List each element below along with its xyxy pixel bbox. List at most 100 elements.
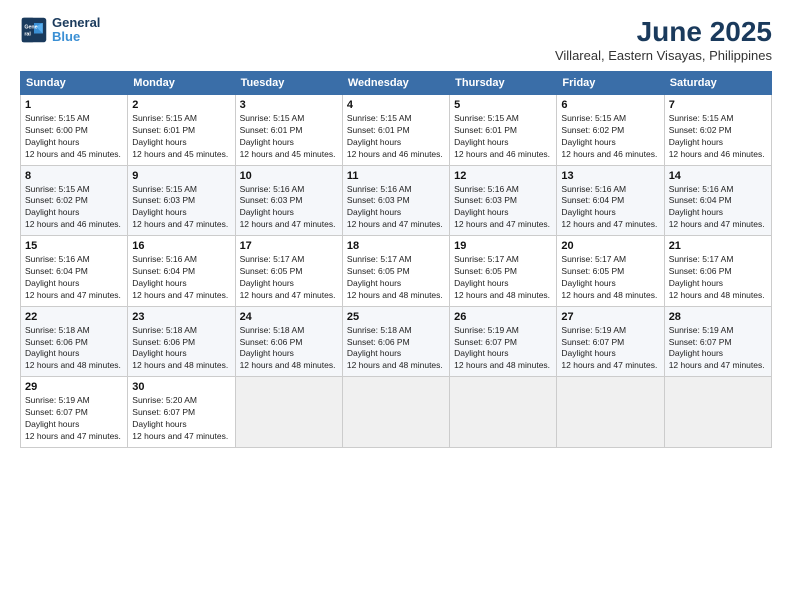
day-info: Sunrise: 5:15 AMSunset: 6:01 PMDaylight … — [240, 113, 338, 161]
day-info: Sunrise: 5:17 AMSunset: 6:06 PMDaylight … — [669, 254, 767, 302]
calendar-day-cell: 1Sunrise: 5:15 AMSunset: 6:00 PMDaylight… — [21, 95, 128, 166]
calendar-week-row: 1Sunrise: 5:15 AMSunset: 6:00 PMDaylight… — [21, 95, 772, 166]
calendar-day-cell — [342, 377, 449, 448]
day-number: 13 — [561, 170, 659, 182]
weekday-header: Tuesday — [235, 72, 342, 95]
day-info: Sunrise: 5:16 AMSunset: 6:04 PMDaylight … — [561, 184, 659, 232]
calendar-day-cell: 18 Sunrise: 5:17 AMSunset: 6:05 PMDayligh… — [342, 236, 449, 307]
calendar-day-cell: 10 Sunrise: 5:16 AMSunset: 6:03 PMDayligh… — [235, 165, 342, 236]
svg-text:Gene: Gene — [24, 25, 37, 31]
logo-icon: Gene ral — [20, 16, 48, 44]
day-info: Sunrise: 5:15 AMSunset: 6:03 PMDaylight … — [132, 184, 230, 232]
day-number: 28 — [669, 311, 767, 323]
calendar-day-cell: 11 Sunrise: 5:16 AMSunset: 6:03 PMDayligh… — [342, 165, 449, 236]
day-number: 3 — [240, 99, 338, 111]
day-number: 2 — [132, 99, 230, 111]
calendar-day-cell: 23 Sunrise: 5:18 AMSunset: 6:06 PMDayligh… — [128, 306, 235, 377]
day-info: Sunrise: 5:16 AMSunset: 6:04 PMDaylight … — [669, 184, 767, 232]
calendar-day-cell: 6 Sunrise: 5:15 AMSunset: 6:02 PMDaylight… — [557, 95, 664, 166]
calendar-day-cell: 17 Sunrise: 5:17 AMSunset: 6:05 PMDayligh… — [235, 236, 342, 307]
calendar-day-cell: 19Sunrise: 5:17 AMSunset: 6:05 PMDayligh… — [450, 236, 557, 307]
day-info: Sunrise: 5:16 AMSunset: 6:04 PMDaylight … — [132, 254, 230, 302]
calendar-day-cell: 14 Sunrise: 5:16 AMSunset: 6:04 PMDayligh… — [664, 165, 771, 236]
title-block: June 2025 Villareal, Eastern Visayas, Ph… — [555, 16, 772, 63]
day-number: 5 — [454, 99, 552, 111]
location-subtitle: Villareal, Eastern Visayas, Philippines — [555, 48, 772, 63]
day-number: 20 — [561, 240, 659, 252]
day-info: Sunrise: 5:17 AMSunset: 6:05 PMDaylight … — [240, 254, 338, 302]
day-number: 25 — [347, 311, 445, 323]
calendar-week-row: 29 Sunrise: 5:19 AMSunset: 6:07 PMDayligh… — [21, 377, 772, 448]
day-info: Sunrise: 5:17 AMSunset: 6:05 PMDaylight … — [454, 254, 552, 302]
day-info: Sunrise: 5:18 AMSunset: 6:06 PMDaylight … — [132, 325, 230, 373]
day-info: Sunrise: 5:17 AMSunset: 6:05 PMDaylight … — [347, 254, 445, 302]
calendar-day-cell: 20 Sunrise: 5:17 AMSunset: 6:05 PMDayligh… — [557, 236, 664, 307]
calendar-day-cell: 12Sunrise: 5:16 AMSunset: 6:03 PMDayligh… — [450, 165, 557, 236]
day-number: 15 — [25, 240, 123, 252]
page: Gene ral General Blue June 2025 Villarea… — [0, 0, 792, 612]
day-info: Sunrise: 5:15 AMSunset: 6:00 PMDaylight … — [25, 113, 123, 161]
logo: Gene ral General Blue — [20, 16, 100, 45]
day-number: 29 — [25, 381, 123, 393]
calendar-header-row: SundayMondayTuesdayWednesdayThursdayFrid… — [21, 72, 772, 95]
day-info: Sunrise: 5:18 AMSunset: 6:06 PMDaylight … — [347, 325, 445, 373]
day-number: 7 — [669, 99, 767, 111]
weekday-header: Friday — [557, 72, 664, 95]
day-info: Sunrise: 5:15 AMSunset: 6:02 PMDaylight … — [561, 113, 659, 161]
day-number: 30 — [132, 381, 230, 393]
day-info: Sunrise: 5:15 AMSunset: 6:02 PMDaylight … — [25, 184, 123, 232]
weekday-header: Wednesday — [342, 72, 449, 95]
calendar-day-cell: 25 Sunrise: 5:18 AMSunset: 6:06 PMDayligh… — [342, 306, 449, 377]
calendar-day-cell — [664, 377, 771, 448]
day-number: 27 — [561, 311, 659, 323]
day-number: 6 — [561, 99, 659, 111]
calendar-day-cell: 24 Sunrise: 5:18 AMSunset: 6:06 PMDayligh… — [235, 306, 342, 377]
day-number: 14 — [669, 170, 767, 182]
day-number: 12 — [454, 170, 552, 182]
day-info: Sunrise: 5:16 AMSunset: 6:03 PMDaylight … — [240, 184, 338, 232]
day-number: 10 — [240, 170, 338, 182]
day-number: 26 — [454, 311, 552, 323]
calendar-day-cell — [450, 377, 557, 448]
calendar-day-cell: 26Sunrise: 5:19 AMSunset: 6:07 PMDayligh… — [450, 306, 557, 377]
calendar-day-cell: 5Sunrise: 5:15 AMSunset: 6:01 PMDaylight… — [450, 95, 557, 166]
calendar-day-cell: 30Sunrise: 5:20 AMSunset: 6:07 PMDayligh… — [128, 377, 235, 448]
day-info: Sunrise: 5:16 AMSunset: 6:03 PMDaylight … — [347, 184, 445, 232]
day-info: Sunrise: 5:15 AMSunset: 6:01 PMDaylight … — [347, 113, 445, 161]
calendar-day-cell: 22 Sunrise: 5:18 AMSunset: 6:06 PMDayligh… — [21, 306, 128, 377]
day-number: 16 — [132, 240, 230, 252]
calendar-day-cell — [235, 377, 342, 448]
calendar-day-cell: 21 Sunrise: 5:17 AMSunset: 6:06 PMDayligh… — [664, 236, 771, 307]
calendar-day-cell: 16 Sunrise: 5:16 AMSunset: 6:04 PMDayligh… — [128, 236, 235, 307]
calendar-week-row: 8 Sunrise: 5:15 AMSunset: 6:02 PMDaylight… — [21, 165, 772, 236]
day-number: 22 — [25, 311, 123, 323]
day-number: 24 — [240, 311, 338, 323]
day-info: Sunrise: 5:19 AMSunset: 6:07 PMDaylight … — [561, 325, 659, 373]
day-number: 17 — [240, 240, 338, 252]
day-number: 23 — [132, 311, 230, 323]
day-number: 8 — [25, 170, 123, 182]
calendar-week-row: 22 Sunrise: 5:18 AMSunset: 6:06 PMDayligh… — [21, 306, 772, 377]
day-info: Sunrise: 5:19 AMSunset: 6:07 PMDaylight … — [25, 395, 123, 443]
logo-text: General Blue — [52, 16, 100, 45]
calendar-day-cell: 4Sunrise: 5:15 AMSunset: 6:01 PMDaylight… — [342, 95, 449, 166]
calendar-day-cell: 28Sunrise: 5:19 AMSunset: 6:07 PMDayligh… — [664, 306, 771, 377]
day-info: Sunrise: 5:17 AMSunset: 6:05 PMDaylight … — [561, 254, 659, 302]
day-info: Sunrise: 5:18 AMSunset: 6:06 PMDaylight … — [240, 325, 338, 373]
weekday-header: Sunday — [21, 72, 128, 95]
calendar-day-cell: 27 Sunrise: 5:19 AMSunset: 6:07 PMDayligh… — [557, 306, 664, 377]
day-number: 21 — [669, 240, 767, 252]
calendar-day-cell — [557, 377, 664, 448]
day-number: 18 — [347, 240, 445, 252]
weekday-header: Monday — [128, 72, 235, 95]
calendar-day-cell: 7Sunrise: 5:15 AMSunset: 6:02 PMDaylight… — [664, 95, 771, 166]
calendar-day-cell: 8 Sunrise: 5:15 AMSunset: 6:02 PMDaylight… — [21, 165, 128, 236]
day-info: Sunrise: 5:18 AMSunset: 6:06 PMDaylight … — [25, 325, 123, 373]
month-title: June 2025 — [555, 16, 772, 48]
calendar-table: SundayMondayTuesdayWednesdayThursdayFrid… — [20, 71, 772, 448]
day-info: Sunrise: 5:15 AMSunset: 6:01 PMDaylight … — [132, 113, 230, 161]
svg-text:ral: ral — [24, 32, 31, 38]
weekday-header: Saturday — [664, 72, 771, 95]
calendar-day-cell: 9Sunrise: 5:15 AMSunset: 6:03 PMDaylight… — [128, 165, 235, 236]
day-number: 11 — [347, 170, 445, 182]
